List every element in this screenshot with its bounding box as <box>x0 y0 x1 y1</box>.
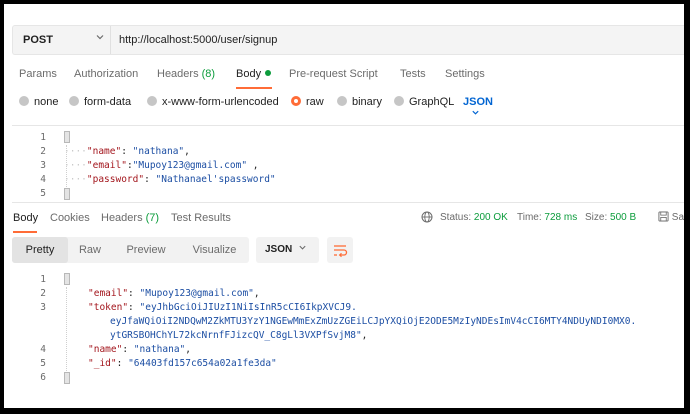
code-line-name: "name": "nathana", <box>88 344 191 355</box>
method-select[interactable]: POST <box>23 34 53 46</box>
request-body-editor[interactable]: 1 2 3 4 5 ····"name": "nathana", ····"em… <box>12 125 684 203</box>
view-visualize-button[interactable]: Visualize <box>180 237 249 263</box>
code-line-email: ····"email":"Mupoy123@gmail.com" , <box>64 160 259 171</box>
tab-tests[interactable]: Tests <box>400 68 426 80</box>
tab-body[interactable]: Body <box>236 68 272 80</box>
response-view-bar: Pretty Raw Preview Visualize JSON <box>12 237 684 263</box>
radio-form-data[interactable]: form-data <box>69 96 131 108</box>
tab-params[interactable]: Params <box>19 68 57 80</box>
chevron-down-icon[interactable] <box>95 32 105 45</box>
view-mode-segmented: Pretty Raw Preview Visualize <box>12 237 249 263</box>
code-line-id: "_id": "64403fd157c654a02a1fe3da" <box>88 358 277 369</box>
brace-match-highlight <box>64 131 70 143</box>
save-response-button[interactable]: Sa <box>658 211 684 223</box>
view-pretty-button[interactable]: Pretty <box>12 237 68 263</box>
active-response-tab-underline <box>13 231 37 233</box>
radio-raw[interactable]: raw <box>291 96 324 108</box>
radio-label: x-www-form-urlencoded <box>162 96 279 108</box>
wrap-lines-button[interactable] <box>327 237 353 263</box>
line-number: 6 <box>40 372 46 383</box>
body-modified-dot <box>265 70 272 76</box>
radio-circle <box>19 96 29 106</box>
tab-response-headers-count: (7) <box>145 212 160 224</box>
line-number: 3 <box>40 302 46 313</box>
save-response-label: Sa <box>671 212 684 223</box>
code-line-close-brace <box>64 188 70 201</box>
size-readout: Size: 500 B <box>585 212 637 223</box>
line-number: 4 <box>40 174 46 185</box>
tab-authorization[interactable]: Authorization <box>74 68 138 80</box>
radio-circle <box>147 96 157 106</box>
code-line-close-brace <box>64 372 70 385</box>
radio-x-www-form-urlencoded[interactable]: x-www-form-urlencoded <box>147 96 279 108</box>
code-line-token: "token": "eyJhbGciOiJIUzI1NiIsInR5cCI6Ik… <box>88 302 357 313</box>
radio-label: raw <box>306 96 324 108</box>
radio-label: GraphQL <box>409 96 455 108</box>
tab-headers[interactable]: Headers (8) <box>157 68 215 80</box>
line-number: 3 <box>40 160 46 171</box>
status-readout: Status: 200 OK <box>440 212 508 223</box>
code-line-token-wrap-1: eyJfaWQiOiI2NDQwM2ZkMTU3YzY1NGEwMmExZmUz… <box>110 316 637 327</box>
tab-settings[interactable]: Settings <box>445 68 485 80</box>
url-input[interactable]: http://localhost:5000/user/signup <box>119 34 277 46</box>
time-readout: Time: 728 ms <box>517 212 578 223</box>
radio-circle <box>394 96 404 106</box>
code-line-open-brace <box>64 131 70 144</box>
tab-cookies[interactable]: Cookies <box>50 212 90 224</box>
radio-circle-selected <box>291 96 301 106</box>
tab-body-label: Body <box>236 68 262 80</box>
body-format-select[interactable]: JSON <box>463 96 493 120</box>
view-preview-button[interactable]: Preview <box>112 237 180 263</box>
line-number: 1 <box>40 132 46 143</box>
view-raw-button[interactable]: Raw <box>68 237 112 263</box>
wrap-lines-icon <box>334 245 348 258</box>
radio-label: form-data <box>84 96 132 108</box>
tab-response-headers[interactable]: Headers (7) <box>101 212 159 224</box>
code-line-open-brace <box>64 273 70 286</box>
radio-binary[interactable]: binary <box>337 96 382 108</box>
save-icon <box>658 211 669 222</box>
tab-response-body[interactable]: Body <box>13 212 38 224</box>
body-format-label: JSON <box>463 96 493 108</box>
line-number: 2 <box>40 288 46 299</box>
request-url-bar: POST http://localhost:5000/user/signup <box>12 25 684 55</box>
tab-test-results[interactable]: Test Results <box>171 212 231 224</box>
line-number: 1 <box>40 274 46 285</box>
line-number: 5 <box>40 188 46 199</box>
radio-label: binary <box>352 96 382 108</box>
radio-circle <box>337 96 347 106</box>
radio-graphql[interactable]: GraphQL <box>394 96 454 108</box>
brace-match-highlight <box>64 273 70 285</box>
brace-match-highlight <box>64 188 70 200</box>
response-tabs: Body Cookies Headers (7) Test Results St… <box>13 211 684 233</box>
chevron-down-icon <box>298 244 307 255</box>
radio-circle <box>69 96 79 106</box>
chevron-down-icon <box>471 108 480 120</box>
response-format-label: JSON <box>265 244 293 255</box>
tab-pre-request-script[interactable]: Pre-request Script <box>289 68 378 80</box>
code-line-name: ····"name": "nathana", <box>64 146 190 157</box>
radio-label: none <box>34 96 59 108</box>
response-body-viewer[interactable]: 1 2 3 4 5 6 "email": "Mupoy123@gmail.com… <box>12 268 684 392</box>
code-line-token-wrap-2: ytGRSBOHChYL72kcNrnfFJizcQV_C8gLl3VXPfSv… <box>110 330 368 341</box>
top-strip <box>4 4 684 18</box>
line-number: 5 <box>40 358 46 369</box>
line-number: 4 <box>40 344 46 355</box>
code-line-email: "email": "Mupoy123@gmail.com", <box>88 288 260 299</box>
response-format-select[interactable]: JSON <box>256 237 319 263</box>
tab-response-headers-label: Headers <box>101 212 143 224</box>
url-divider <box>110 26 111 54</box>
code-line-password: ····"password": "Nathanael'spassword" <box>64 174 276 185</box>
indent-guide <box>66 287 67 371</box>
tab-headers-count: (8) <box>201 68 216 80</box>
postman-window: POST http://localhost:5000/user/signup P… <box>4 4 684 408</box>
brace-match-highlight <box>64 372 70 384</box>
radio-none[interactable]: none <box>19 96 58 108</box>
tab-headers-label: Headers <box>157 68 199 80</box>
line-number: 2 <box>40 146 46 157</box>
active-tab-underline <box>236 87 272 89</box>
globe-icon[interactable] <box>421 211 433 223</box>
